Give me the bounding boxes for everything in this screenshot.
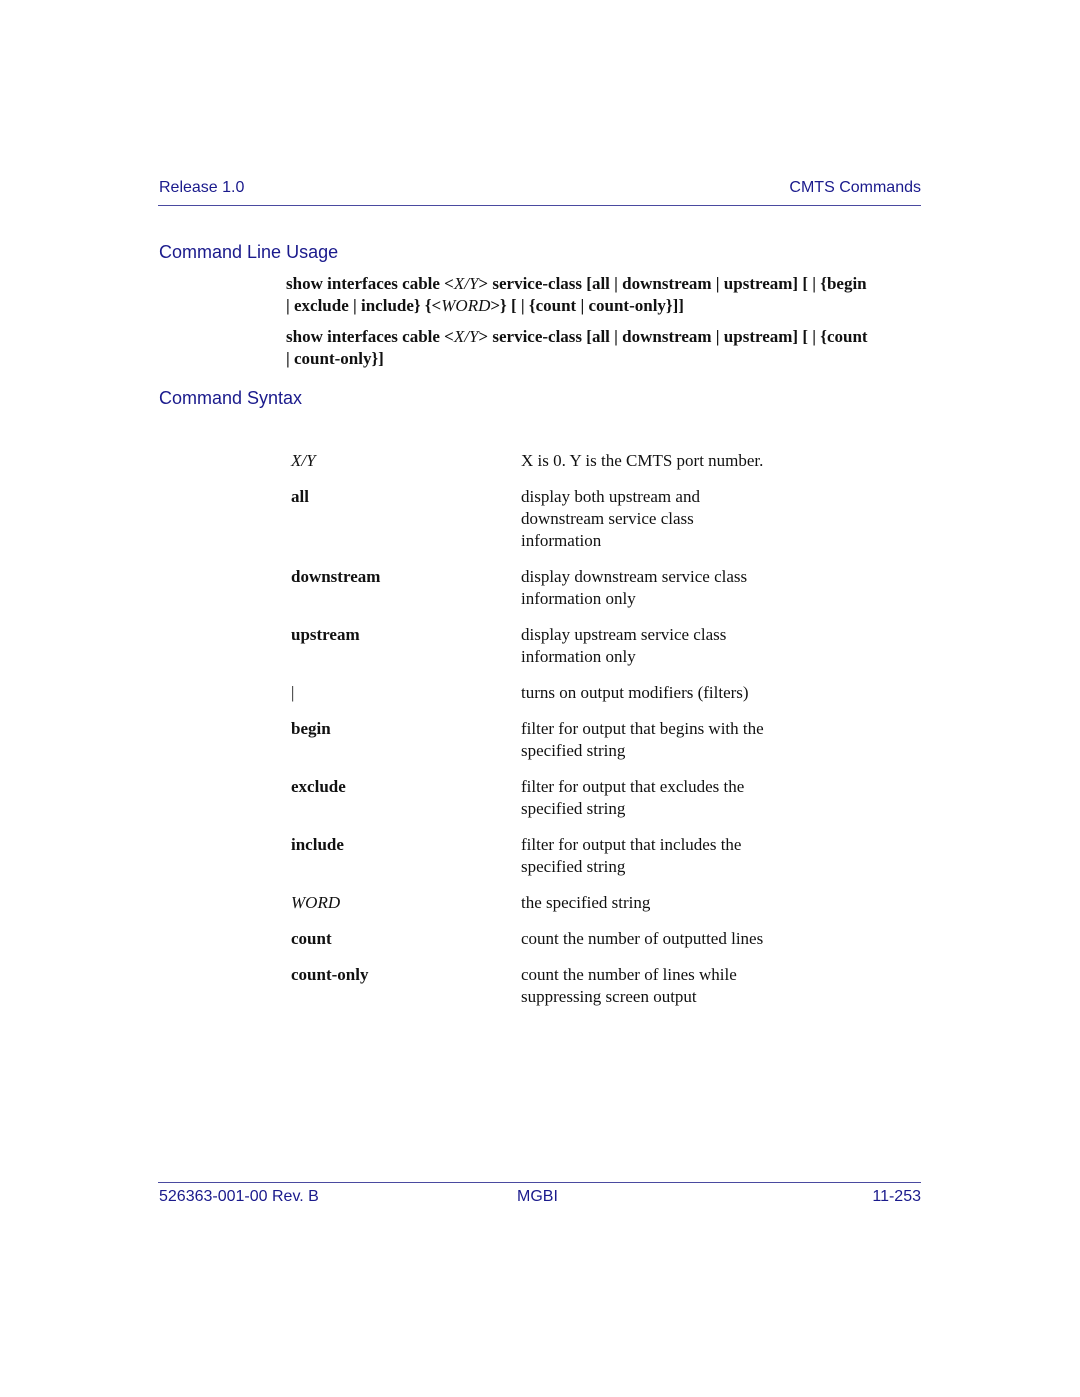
usage-text: | count-only}]	[286, 349, 384, 368]
chapter-title: CMTS Commands	[789, 179, 921, 196]
syntax-row: X/Y X is 0. Y is the CMTS port number.	[291, 450, 811, 472]
syntax-description: display both upstream and downstream ser…	[521, 487, 700, 550]
command-syntax-heading: Command Syntax	[159, 388, 303, 408]
syntax-term: include	[291, 835, 344, 854]
syntax-term: WORD	[291, 893, 341, 912]
syntax-description: filter for output that begins with the s…	[521, 719, 764, 760]
usage-param: WORD	[441, 296, 491, 315]
usage-text: >}	[490, 296, 507, 315]
syntax-description: count the number of lines while suppress…	[521, 965, 737, 1006]
syntax-table: X/Y X is 0. Y is the CMTS port number. a…	[291, 450, 811, 1008]
running-header: Release 1.0 CMTS Commands	[158, 178, 921, 200]
syntax-description: display upstream service class informati…	[521, 625, 727, 666]
syntax-description: X is 0. Y is the CMTS port number.	[521, 451, 764, 470]
usage-text: | exclude | include}	[286, 296, 425, 315]
syntax-term: begin	[291, 719, 331, 738]
syntax-term: upstream	[291, 625, 360, 644]
syntax-term: exclude	[291, 777, 346, 796]
syntax-row: begin filter for output that begins with…	[291, 718, 811, 762]
command-line-usage-heading: Command Line Usage	[159, 242, 339, 262]
syntax-term: |	[291, 683, 295, 702]
syntax-description: filter for output that includes the spec…	[521, 835, 742, 876]
usage-text: >	[478, 274, 489, 293]
syntax-row: WORD the specified string	[291, 892, 811, 914]
syntax-description: turns on output modifiers (filters)	[521, 683, 749, 702]
syntax-term: downstream	[291, 567, 381, 586]
usage-text: service-class [all | downstream | upstre…	[488, 274, 867, 293]
usage-text: show interfaces cable	[286, 327, 445, 346]
usage-text: <	[444, 327, 454, 346]
syntax-term: all	[291, 487, 309, 506]
syntax-row: upstream display upstream service class …	[291, 624, 811, 668]
syntax-row: downstream display downstream service cl…	[291, 566, 811, 610]
syntax-row: count-only count the number of lines whi…	[291, 964, 811, 1008]
syntax-term: count	[291, 929, 332, 948]
usage-param: X/Y	[453, 274, 479, 293]
usage-text: [ | {count | count-only}]]	[506, 296, 684, 315]
syntax-row: | turns on output modifiers (filters)	[291, 682, 811, 704]
syntax-description: the specified string	[521, 893, 651, 912]
usage-text: >	[478, 327, 489, 346]
syntax-term: count-only	[291, 965, 369, 984]
usage-syntax-1: show interfaces cable <X/Y> service-clas…	[286, 273, 926, 317]
usage-text: <	[444, 274, 454, 293]
syntax-row: count count the number of outputted line…	[291, 928, 811, 950]
syntax-description: filter for output that excludes the spec…	[521, 777, 745, 818]
release-label: Release 1.0	[159, 179, 245, 196]
syntax-description: count the number of outputted lines	[521, 929, 764, 948]
running-footer: 526363-001-00 Rev. B MGBI 11-253	[158, 1188, 921, 1210]
document-number: 526363-001-00 Rev. B	[159, 1188, 319, 1205]
usage-syntax-2: show interfaces cable <X/Y> service-clas…	[286, 326, 926, 370]
usage-param: X/Y	[453, 327, 479, 346]
page-number: 11-253	[872, 1188, 921, 1205]
syntax-description: display downstream service class informa…	[521, 567, 748, 608]
usage-text: service-class [all | downstream | upstre…	[488, 327, 868, 346]
product-name: MGBI	[517, 1188, 558, 1205]
footer-rule	[158, 1182, 921, 1183]
syntax-term: X/Y	[291, 451, 316, 470]
syntax-row: include filter for output that includes …	[291, 834, 811, 878]
usage-text: {<	[424, 296, 442, 315]
usage-text: show interfaces cable	[286, 274, 445, 293]
syntax-row: all display both upstream and downstream…	[291, 486, 811, 552]
header-rule	[158, 205, 921, 206]
syntax-row: exclude filter for output that excludes …	[291, 776, 811, 820]
